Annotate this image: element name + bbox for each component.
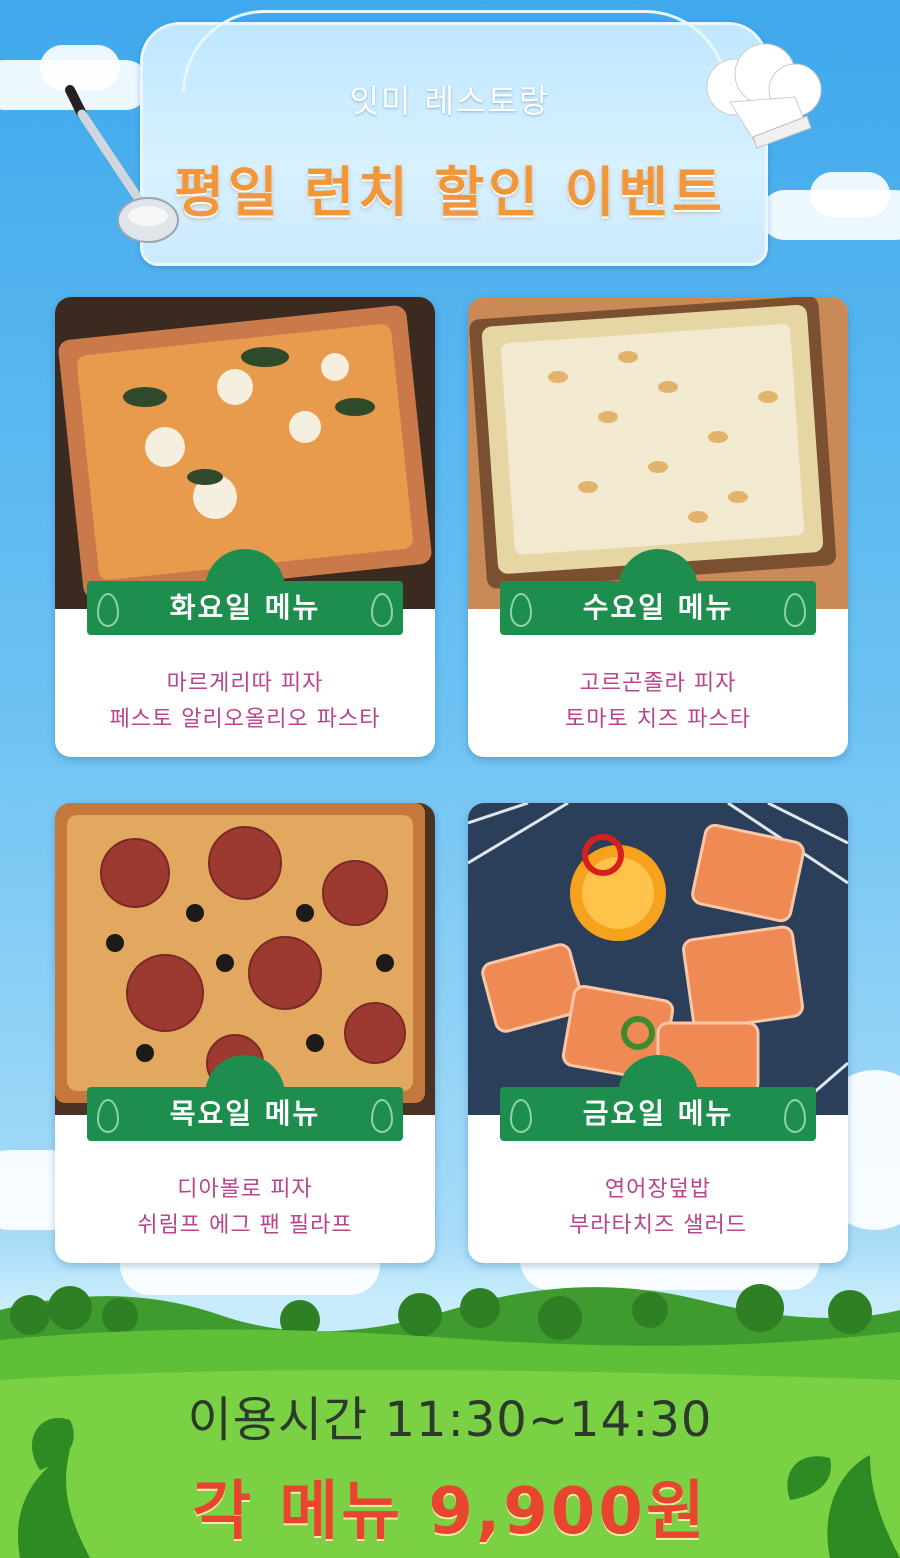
day-badge: 수요일 메뉴 bbox=[500, 581, 816, 635]
day-badge: 목요일 메뉴 bbox=[87, 1087, 403, 1141]
day-badge: 화요일 메뉴 bbox=[87, 581, 403, 635]
leaf-icon bbox=[510, 593, 532, 627]
day-badge-label: 화요일 메뉴 bbox=[169, 591, 321, 624]
menu-item: 부라타치즈 샐러드 bbox=[569, 1213, 747, 1238]
leaf-icon bbox=[97, 593, 119, 627]
leaf-icon bbox=[371, 593, 393, 627]
menu-card-thursday: 목요일 메뉴 디아볼로 피자 쉬림프 에그 팬 필라프 bbox=[55, 803, 435, 1263]
menu-card-tuesday: 화요일 메뉴 마르게리따 피자 페스토 알리오올리오 파스타 bbox=[55, 297, 435, 757]
day-badge-label: 금요일 메뉴 bbox=[582, 1097, 734, 1130]
menu-card-wednesday: 수요일 메뉴 고르곤졸라 피자 토마토 치즈 파스타 bbox=[468, 297, 848, 757]
menu-item: 페스토 알리오올리오 파스타 bbox=[109, 707, 381, 732]
leaf-icon bbox=[784, 1099, 806, 1133]
menu-item: 쉬림프 에그 팬 필라프 bbox=[137, 1213, 353, 1238]
menu-item: 마르게리따 피자 bbox=[166, 671, 324, 696]
leaf-icon bbox=[784, 593, 806, 627]
business-hours: 이용시간 11:30~14:30 bbox=[187, 1392, 713, 1448]
menu-item: 연어장덮밥 bbox=[604, 1177, 712, 1202]
leaf-icon bbox=[371, 1099, 393, 1133]
day-badge: 금요일 메뉴 bbox=[500, 1087, 816, 1141]
menu-item: 토마토 치즈 파스타 bbox=[565, 707, 751, 732]
day-badge-label: 수요일 메뉴 bbox=[582, 591, 734, 624]
ladle-icon bbox=[65, 85, 179, 243]
day-badge-label: 목요일 메뉴 bbox=[169, 1097, 321, 1130]
menu-item: 디아볼로 피자 bbox=[177, 1177, 313, 1202]
menu-item: 고르곤졸라 피자 bbox=[579, 671, 737, 696]
chef-hat-icon bbox=[706, 43, 822, 149]
leaf-icon bbox=[97, 1099, 119, 1133]
menu-card-friday: 금요일 메뉴 연어장덮밥 부라타치즈 샐러드 bbox=[468, 803, 848, 1263]
leaf-icon bbox=[510, 1099, 532, 1133]
menu-price: 각 메뉴 9,900원 bbox=[192, 1475, 708, 1549]
